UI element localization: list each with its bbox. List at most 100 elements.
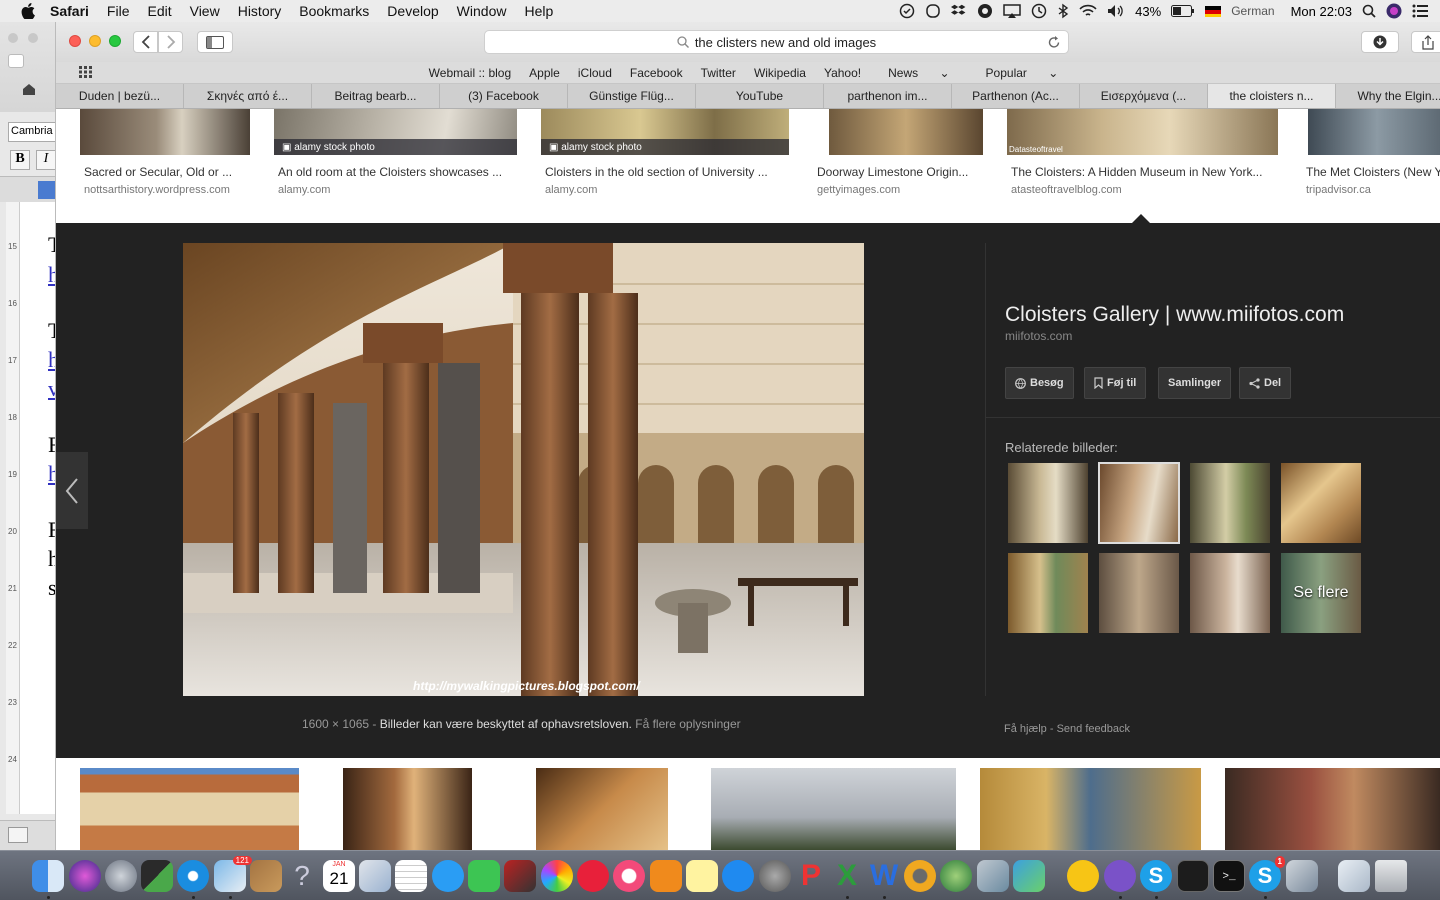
- system-preferences-icon[interactable]: [759, 860, 791, 892]
- font-name-field[interactable]: Cambria: [8, 122, 55, 142]
- favorite-folder-news[interactable]: News ⌄: [879, 66, 958, 80]
- browser-tab[interactable]: Why the Elgin...: [1336, 84, 1440, 108]
- browser-tab[interactable]: Σκηνές από έ...: [184, 84, 312, 108]
- menu-develop[interactable]: Develop: [387, 3, 438, 19]
- result-caption[interactable]: The Met Cloisters (New Y: [1306, 165, 1440, 179]
- favorite-link[interactable]: iCloud: [578, 66, 612, 80]
- home-icon[interactable]: [22, 82, 38, 98]
- siri-icon[interactable]: [69, 860, 101, 892]
- feedback-link[interactable]: Send feedback: [1057, 723, 1130, 735]
- image-result[interactable]: [536, 768, 668, 850]
- airplay-icon[interactable]: [1003, 3, 1021, 19]
- word-page[interactable]: T h T h v F h F h s: [20, 202, 55, 814]
- favorite-link[interactable]: Yahoo!: [824, 66, 861, 80]
- browser-tab[interactable]: Duden | bezü...: [56, 84, 184, 108]
- notification-center-icon[interactable]: [1412, 4, 1428, 18]
- shape-icon[interactable]: [925, 3, 941, 19]
- result-thumbnail[interactable]: Datasteoftravel: [1007, 109, 1278, 155]
- layout-view-icon[interactable]: [8, 827, 28, 843]
- calendar-icon[interactable]: JAN 21: [323, 860, 355, 892]
- time-machine-icon[interactable]: [1031, 3, 1047, 19]
- outlook-icon[interactable]: [904, 860, 936, 892]
- maps-icon[interactable]: [359, 860, 391, 892]
- photo-booth-icon[interactable]: [504, 860, 536, 892]
- doc-link-letter[interactable]: v: [48, 376, 55, 402]
- browser-tab[interactable]: parthenon im...: [824, 84, 952, 108]
- result-thumbnail[interactable]: ▣ alamy stock photo: [541, 109, 789, 155]
- back-button[interactable]: [133, 31, 158, 53]
- menu-help[interactable]: Help: [524, 3, 553, 19]
- spotlight-search-icon[interactable]: [1362, 4, 1376, 18]
- mail-icon[interactable]: 121: [214, 856, 252, 892]
- volume-icon[interactable]: [1107, 4, 1125, 18]
- related-image[interactable]: [1190, 553, 1270, 633]
- safari-icon[interactable]: [177, 860, 209, 892]
- share-button[interactable]: [1411, 31, 1440, 53]
- help-question-icon[interactable]: ?: [286, 860, 318, 892]
- menu-app-name[interactable]: Safari: [50, 3, 89, 19]
- menu-edit[interactable]: Edit: [147, 3, 171, 19]
- word-minimize-button[interactable]: [28, 33, 38, 43]
- related-image[interactable]: [1190, 463, 1270, 543]
- viber-icon[interactable]: [977, 3, 993, 19]
- globe-app-icon[interactable]: [940, 860, 972, 892]
- siri-icon[interactable]: [1386, 3, 1402, 19]
- viber-icon[interactable]: [1104, 860, 1136, 892]
- result-thumbnail[interactable]: [1308, 109, 1440, 155]
- browser-tab[interactable]: YouTube: [696, 84, 824, 108]
- share-image-button[interactable]: Del: [1239, 367, 1292, 399]
- reload-icon[interactable]: [1048, 35, 1060, 49]
- word-close-button[interactable]: [8, 33, 18, 43]
- preview-site[interactable]: miifotos.com: [1005, 329, 1344, 343]
- image-result-selected[interactable]: Datasteoftravel The Cloisters: A Hidden …: [1007, 109, 1278, 196]
- wifi-icon[interactable]: [1079, 4, 1097, 18]
- image-result[interactable]: Sacred or Secular, Old or ... nottsarthi…: [80, 109, 250, 196]
- bold-button[interactable]: B: [10, 150, 30, 170]
- address-text[interactable]: the clisters new and old images: [695, 35, 876, 50]
- favorite-link[interactable]: Twitter: [701, 66, 736, 80]
- image-result[interactable]: [1225, 768, 1440, 850]
- image-capture-icon[interactable]: [1286, 860, 1318, 892]
- powerpoint-icon[interactable]: P: [795, 860, 827, 892]
- image-result[interactable]: ▣ alamy stock photo Cloisters in the old…: [541, 109, 789, 196]
- menubar-clock[interactable]: Mon 22:03: [1291, 4, 1352, 19]
- input-source-label[interactable]: German: [1231, 4, 1274, 18]
- photos-icon[interactable]: [541, 860, 573, 892]
- browser-tab[interactable]: Beitrag bearb...: [312, 84, 440, 108]
- address-bar[interactable]: the clisters new and old images: [484, 30, 1069, 54]
- bluetooth-icon[interactable]: [1057, 3, 1069, 19]
- trash-icon[interactable]: [1375, 860, 1407, 892]
- image-result[interactable]: [343, 768, 472, 850]
- result-caption[interactable]: Doorway Limestone Origin...: [817, 165, 985, 179]
- result-thumbnail[interactable]: [829, 109, 983, 155]
- result-caption[interactable]: An old room at the Cloisters showcases .…: [278, 165, 521, 179]
- image-result[interactable]: ▣ alamy stock photo An old room at the C…: [274, 109, 517, 196]
- checkmark-circle-icon[interactable]: [899, 3, 915, 19]
- zoom-window-button[interactable]: [109, 35, 121, 47]
- favorite-link[interactable]: Wikipedia: [754, 66, 806, 80]
- downloads-button[interactable]: [1361, 31, 1399, 53]
- related-image[interactable]: [1099, 553, 1179, 633]
- related-image-selected[interactable]: [1098, 462, 1180, 544]
- menu-bookmarks[interactable]: Bookmarks: [299, 3, 369, 19]
- result-caption[interactable]: Sacred or Secular, Old or ...: [84, 165, 254, 179]
- messages-icon[interactable]: [432, 860, 464, 892]
- battery-icon[interactable]: [1171, 5, 1195, 17]
- image-result[interactable]: Doorway Limestone Origin... gettyimages.…: [813, 109, 983, 196]
- mission-control-icon[interactable]: [141, 860, 173, 892]
- result-caption[interactable]: The Cloisters: A Hidden Museum in New Yo…: [1011, 165, 1282, 179]
- sidebar-toggle-button[interactable]: [197, 31, 233, 53]
- see-more-related[interactable]: Se flere: [1281, 553, 1361, 633]
- vlc-icon[interactable]: [1067, 860, 1099, 892]
- minimize-window-button[interactable]: [89, 35, 101, 47]
- previous-image-button[interactable]: [56, 452, 88, 529]
- skype-icon[interactable]: S: [1140, 860, 1172, 892]
- stickies-icon[interactable]: [686, 860, 718, 892]
- doc-link-letter[interactable]: h: [48, 262, 55, 288]
- dropbox-icon[interactable]: [951, 3, 967, 19]
- browser-tab[interactable]: Εισερχόμενα (...: [1080, 84, 1208, 108]
- activity-monitor-icon[interactable]: [1177, 860, 1209, 892]
- save-button[interactable]: Føj til: [1084, 367, 1147, 399]
- image-result[interactable]: [711, 768, 956, 850]
- browser-tab[interactable]: Parthenon (Ac...: [952, 84, 1080, 108]
